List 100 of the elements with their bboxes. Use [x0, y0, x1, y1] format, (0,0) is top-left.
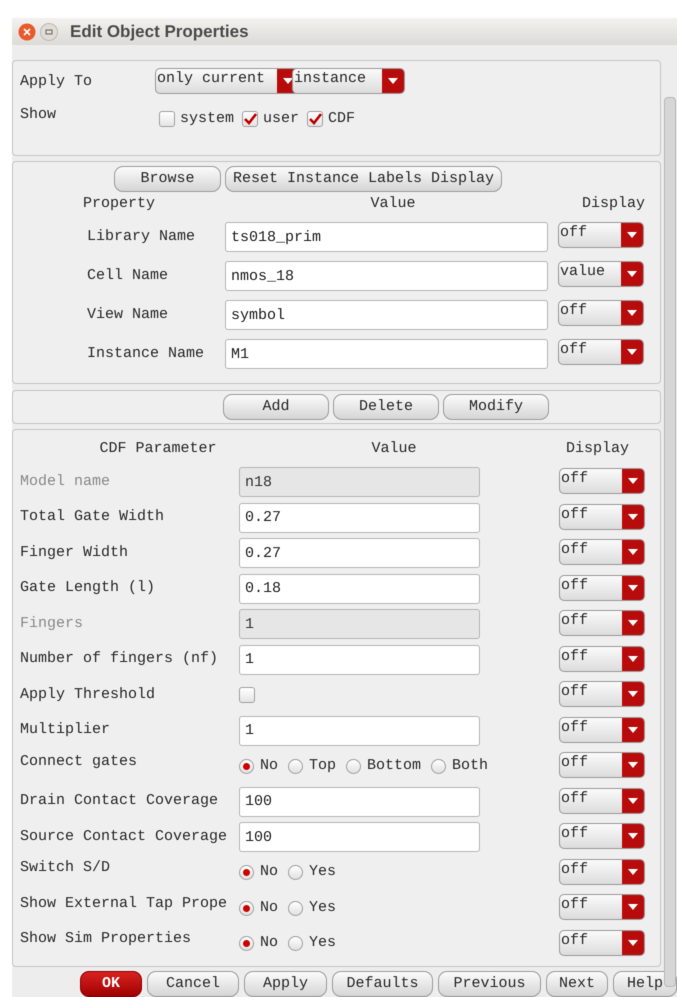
radio-button[interactable] — [239, 865, 254, 880]
field-label: Multiplier — [20, 720, 112, 740]
close-icon[interactable] — [18, 22, 36, 40]
button[interactable]: Add — [223, 394, 329, 420]
caret-icon — [388, 78, 398, 84]
button[interactable]: Cancel — [147, 970, 239, 997]
radio-label: Yes — [309, 898, 336, 918]
minimize-icon[interactable] — [40, 22, 58, 40]
dropdown[interactable]: off — [558, 222, 644, 248]
button[interactable]: Previous — [438, 970, 541, 997]
caret-icon — [628, 549, 638, 556]
dropdown[interactable]: off — [559, 752, 645, 778]
dropdown[interactable]: off — [559, 858, 645, 885]
radio-label: Both — [452, 756, 488, 776]
dropdown[interactable]: off — [559, 823, 645, 850]
caret-icon — [628, 726, 638, 733]
dropdown[interactable]: off — [559, 681, 645, 708]
radio-button[interactable] — [431, 758, 446, 774]
dropdown[interactable]: off — [559, 574, 645, 601]
radio-button[interactable] — [239, 936, 254, 952]
checkbox-label: user — [263, 108, 300, 129]
input-field[interactable]: 1 — [239, 716, 480, 746]
dropdown[interactable]: value — [558, 261, 644, 288]
input-field[interactable]: 0.27 — [239, 502, 480, 533]
button[interactable]: Next — [546, 970, 608, 997]
radio-label: Top — [309, 756, 336, 776]
dropdown[interactable]: off — [559, 894, 645, 920]
button[interactable]: Reset Instance Labels Display — [225, 166, 502, 192]
field-label: Library Name — [87, 226, 196, 247]
checkbox[interactable] — [242, 111, 258, 127]
button[interactable]: Browse — [114, 166, 221, 192]
caret-icon — [628, 798, 638, 804]
dropdown[interactable]: off — [559, 788, 645, 814]
caret-icon — [627, 232, 637, 238]
radio-label: Yes — [309, 933, 336, 954]
caret-icon — [627, 349, 637, 356]
field-label: Source Contact Coverage — [20, 826, 228, 847]
radio-button[interactable] — [288, 865, 304, 880]
field-label: Connect gates — [20, 752, 138, 772]
checkbox[interactable] — [159, 111, 175, 127]
window-title: Edit Object Properties — [70, 20, 249, 43]
caret-icon — [628, 762, 638, 768]
caret-icon — [628, 940, 638, 946]
field-label: Switch S/D — [20, 858, 112, 878]
button[interactable]: Modify — [443, 394, 549, 420]
button[interactable]: Apply — [244, 970, 327, 997]
radio-button[interactable] — [239, 900, 254, 916]
input-field[interactable]: 0.27 — [239, 538, 480, 568]
radio-button[interactable] — [288, 936, 304, 952]
caret-icon — [628, 868, 638, 875]
dropdown[interactable]: off — [558, 339, 644, 366]
input-field[interactable]: 100 — [239, 786, 480, 817]
field-label: Apply To — [20, 72, 94, 92]
input-field[interactable]: M1 — [225, 339, 548, 370]
caret-icon — [628, 833, 638, 840]
caret-icon — [628, 691, 638, 698]
checkbox[interactable] — [307, 111, 324, 127]
input-field: n18 — [239, 467, 480, 498]
caret-icon — [627, 310, 637, 316]
dropdown[interactable]: instance — [292, 68, 405, 94]
input-field[interactable]: 100 — [239, 822, 480, 852]
field-label: Show External Tap Prope — [20, 894, 228, 914]
checkbox[interactable] — [239, 687, 255, 704]
dropdown[interactable]: off — [559, 646, 645, 672]
column-header: Value — [369, 194, 416, 214]
radio-button[interactable] — [346, 758, 362, 774]
dropdown[interactable]: off — [559, 930, 645, 956]
caret-icon — [628, 584, 638, 591]
dropdown[interactable]: off — [559, 716, 645, 743]
input-field[interactable]: nmos_18 — [225, 261, 548, 292]
radio-label: Bottom — [367, 756, 422, 776]
field-label: View Name — [87, 304, 170, 325]
input-field[interactable]: symbol — [225, 300, 548, 330]
button[interactable]: Defaults — [332, 970, 433, 997]
field-label: Instance Name — [87, 344, 206, 364]
field-label: Cell Name — [87, 266, 170, 286]
radio-button[interactable] — [288, 900, 304, 916]
field-label: Number of fingers (nf) — [20, 649, 220, 670]
radio-label: No — [260, 933, 278, 954]
radio-button[interactable] — [239, 758, 254, 774]
field-label: Show Sim Properties — [20, 929, 192, 950]
caret-icon — [628, 514, 638, 520]
input-field[interactable]: ts018_prim — [225, 222, 548, 252]
column-header: Display — [564, 439, 630, 460]
input-field[interactable]: 1 — [239, 644, 480, 675]
button[interactable]: OK — [80, 970, 142, 997]
dropdown[interactable]: off — [559, 504, 645, 530]
radio-button[interactable] — [288, 758, 304, 774]
field-label: Total Gate Width — [20, 507, 166, 528]
column-header: Display — [580, 194, 646, 214]
button[interactable]: Delete — [333, 394, 439, 420]
dropdown[interactable]: off — [558, 300, 644, 326]
column-header: Value — [370, 439, 418, 460]
radio-label: No — [260, 862, 278, 882]
column-header: CDF Parameter — [98, 439, 218, 460]
scrollbar[interactable] — [664, 97, 676, 987]
field-label: Gate Length (l) — [20, 578, 156, 598]
dropdown[interactable]: off — [559, 539, 645, 566]
field-label: Apply Threshold — [20, 684, 156, 705]
input-field[interactable]: 0.18 — [239, 574, 480, 604]
